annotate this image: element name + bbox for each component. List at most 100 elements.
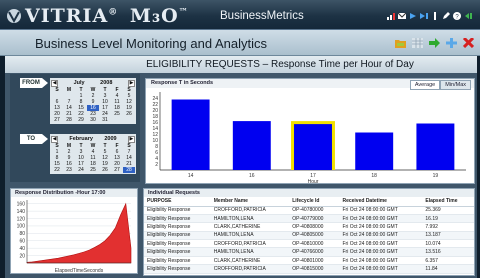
y-tick-label: 60 — [19, 239, 25, 245]
table-cell: Eligibility Response — [144, 206, 211, 215]
table-cell: Eligibility Response — [144, 231, 211, 241]
bar[interactable] — [355, 132, 394, 171]
column-header[interactable]: Elapsed Time — [422, 197, 474, 207]
play-icon[interactable] — [409, 12, 417, 20]
y-tick-label: 140 — [17, 209, 26, 215]
pen-icon[interactable] — [442, 12, 450, 20]
calendar-day[interactable]: 28 — [123, 167, 135, 173]
distribution-title: Response Distribution -Hour 17:00 — [11, 189, 137, 197]
table-row[interactable]: Eligibility Response CLARK,CATHERINE OP-40… — [144, 256, 474, 266]
table-cell: OP-40815000 — [289, 264, 340, 274]
calendar-day[interactable]: 28 — [63, 117, 75, 123]
table-cell: OP-40779000 — [289, 214, 340, 224]
calendar-month: February — [69, 136, 93, 142]
y-tick-label: 22 — [152, 102, 158, 108]
y-tick-label: 40 — [19, 246, 25, 252]
section-title: ELIGIBILITY REQUESTS – Response Time per… — [146, 59, 414, 70]
brand-name: VITRIA — [25, 5, 109, 27]
vitria-logo-icon — [7, 9, 21, 24]
table-cell: HAMILTON,LENA — [210, 231, 290, 241]
table-cell: CLARK,CATHERINE — [210, 222, 290, 232]
divider-icon — [434, 12, 436, 20]
table-cell: Fri Oct 24 08:00:00 GMT — [339, 264, 423, 274]
calendar-day[interactable]: 30 — [87, 117, 99, 123]
app-name: BusinessMetrics — [220, 10, 304, 22]
table-cell: Eligibility Response — [144, 222, 211, 232]
table-cell: Eligibility Response — [144, 256, 211, 266]
toolbar — [395, 38, 474, 48]
requests-title: Individual Requests — [144, 189, 474, 197]
table-row[interactable]: Eligibility Response CLARK,CATHERINE OP-40… — [144, 222, 474, 232]
table-cell: OP-40801000 — [289, 256, 340, 266]
table-cell: CROFFORD,PATRICIA — [210, 239, 290, 249]
y-tick-label: 80 — [19, 231, 25, 237]
distribution-panel: Response Distribution -Hour 17:00 20 40 60… — [10, 188, 138, 274]
calendar-day[interactable]: 25 — [87, 167, 99, 173]
signal-icon[interactable] — [387, 12, 395, 20]
help-icon[interactable]: ? — [453, 12, 461, 20]
add-icon[interactable] — [446, 38, 457, 48]
grid-icon[interactable] — [412, 38, 423, 48]
table-row[interactable]: Eligibility Response HAMILTON,LENA OP-4080… — [144, 231, 474, 241]
mail-icon[interactable] — [398, 12, 406, 20]
prev-month-button[interactable]: ◀ — [51, 135, 58, 143]
bar[interactable] — [171, 99, 210, 171]
bar[interactable] — [294, 124, 332, 170]
product-name: M₃O — [129, 5, 179, 27]
requests-table: PURPOSE Member Name Lifecycle Id Received D… — [144, 197, 474, 274]
table-row[interactable]: Eligibility Response CROFFORD,PATRICIA OP-… — [144, 239, 474, 249]
bar[interactable] — [232, 121, 271, 170]
table-cell: 16.19 — [422, 214, 474, 224]
table-cell: OP-40808000 — [289, 222, 340, 232]
calendar-day[interactable]: 31 — [99, 117, 111, 123]
table-cell: OP-40810000 — [289, 239, 340, 249]
next-month-button[interactable]: ▶ — [128, 79, 135, 87]
table-row[interactable]: Eligibility Response CROFFORD,PATRICIA OP-… — [144, 264, 474, 274]
y-tick-label: 24 — [152, 96, 158, 102]
calendar-to[interactable]: ◀ February 2009 ▶ S M T W T F S 1 2 3 4 5 6 7 8 9 10 11 12… — [50, 134, 136, 174]
column-header[interactable]: PURPOSE — [144, 197, 211, 207]
close-icon[interactable] — [463, 38, 474, 48]
y-tick-label: 16 — [152, 120, 158, 126]
bar[interactable] — [416, 123, 455, 171]
calendar-day[interactable]: 22 — [51, 167, 63, 173]
table-cell: 13.516 — [422, 247, 474, 257]
folder-icon[interactable] — [395, 38, 406, 48]
forward-icon[interactable] — [429, 38, 440, 48]
table-cell: Eligibility Response — [144, 247, 211, 257]
table-cell: HAMILTON,LENA — [210, 214, 290, 224]
brand-logo: VITRIA® M₃O™ — [6, 5, 189, 27]
table-cell: CROFFORD,PATRICIA — [210, 206, 290, 215]
y-tick-label: 4 — [155, 156, 158, 162]
y-tick-label: 8 — [155, 144, 158, 150]
table-cell: Fri Oct 24 08:00:00 GMT — [339, 256, 423, 266]
calendar-year: 2008 — [100, 80, 113, 86]
prev-month-button[interactable]: ◀ — [51, 79, 58, 87]
table-cell: CLARK,CATHERINE — [210, 256, 290, 266]
calendar-from[interactable]: ◀ July 2008 ▶ S M T W T F S 1 2 3 4 5 6 7 8 9 10 11 12 13 14… — [50, 78, 136, 124]
column-header[interactable]: Lifecycle Id — [289, 197, 340, 207]
column-header[interactable]: Member Name — [210, 197, 290, 207]
calendar-day[interactable]: 27 — [51, 117, 63, 123]
y-tick-label: 100 — [17, 224, 26, 230]
calendar-empty — [111, 117, 123, 123]
calendar-day[interactable]: 23 — [63, 167, 75, 173]
next-month-button[interactable]: ▶ — [127, 135, 135, 143]
table-cell: Eligibility Response — [144, 264, 211, 274]
table-row[interactable]: Eligibility Response HAMILTON,LENA OP-4076… — [144, 247, 474, 257]
table-cell: 10.074 — [422, 239, 474, 249]
calendar-day[interactable]: 24 — [75, 167, 87, 173]
calendar-day[interactable]: 26 — [99, 167, 111, 173]
exit-icon[interactable] — [464, 12, 472, 20]
calendar-month: July — [73, 80, 85, 86]
title-band: Business Level Monitoring and Analytics — [0, 30, 480, 56]
table-cell: 13.187 — [422, 231, 474, 241]
next-icon[interactable] — [420, 12, 428, 20]
column-header[interactable]: Received Datetime — [339, 197, 423, 207]
table-row[interactable]: Eligibility Response HAMILTON,LENA OP-4077… — [144, 214, 474, 224]
table-cell: Fri Oct 24 08:00:00 GMT — [339, 206, 423, 215]
calendar-day[interactable]: 27 — [111, 167, 123, 173]
table-cell: OP-40805000 — [289, 231, 340, 241]
calendar-day[interactable]: 29 — [75, 117, 87, 123]
table-row[interactable]: Eligibility Response CROFFORD,PATRICIA OP-… — [144, 206, 474, 215]
